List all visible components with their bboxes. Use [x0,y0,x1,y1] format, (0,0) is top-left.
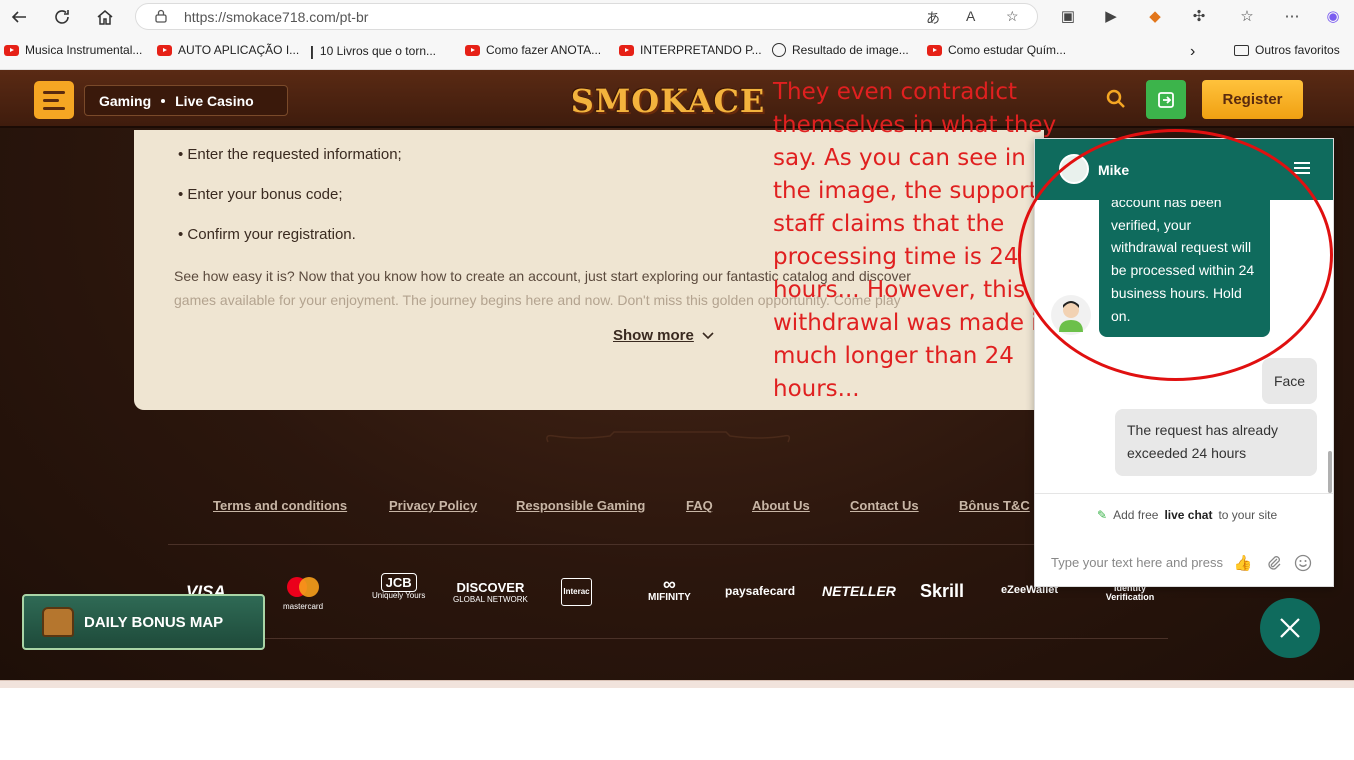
youtube-icon [465,44,480,56]
bookmark-item[interactable]: | 10 Livros que o torn... [310,43,436,59]
bookmark-item[interactable]: Resultado de image... [772,43,909,57]
bookmark-icon: | [310,43,314,59]
user-message: Face [1262,358,1317,404]
footer-divider [168,638,1168,639]
url-text[interactable]: https://smokace718.com/pt-br [184,9,368,25]
close-icon [1280,618,1300,638]
extension-icon[interactable]: ▣ [1058,6,1078,26]
more-menu-icon[interactable]: ⋯ [1282,6,1302,26]
mastercard-logo: mastercard [283,576,323,611]
site-logo[interactable]: SMOKACE [571,76,765,126]
category-nav: Gaming Live Casino [84,85,288,116]
footer-link-about[interactable]: About Us [752,498,810,513]
user-message: The request has already exceeded 24 hour… [1115,409,1317,476]
bookmark-item[interactable]: Como estudar Quím... [927,43,1066,57]
show-more-button[interactable]: Show more [613,327,714,344]
page-bottom-strip [0,680,1354,688]
nav-live-casino[interactable]: Live Casino [175,93,254,109]
back-icon[interactable] [6,4,32,30]
chat-input[interactable]: Type your text here and press [1051,555,1223,570]
lock-icon[interactable] [154,9,168,26]
footer-link-bonus-tc[interactable]: Bônus T&C [959,498,1030,513]
bullet-item: • Enter your bonus code; [178,186,343,203]
translate-icon[interactable]: あ [926,8,940,28]
hamburger-menu-button[interactable] [34,81,74,119]
paysafecard-logo: paysafecard [725,584,796,598]
footer-link-responsible-gaming[interactable]: Responsible Gaming [516,498,645,513]
home-icon[interactable] [92,4,118,30]
interac-logo: Interac [561,578,592,606]
chat-menu-icon[interactable] [1294,162,1310,174]
refresh-icon[interactable] [49,4,75,30]
attachment-icon[interactable] [1264,553,1284,573]
other-favorites[interactable]: Outros favoritos [1234,43,1340,57]
bookmark-item[interactable]: Como fazer ANOTA... [465,43,601,57]
youtube-icon [157,44,172,56]
discover-logo: DISCOVER GLOBAL NETWORK [453,580,528,604]
decorative-flourish [546,431,791,443]
treasure-chest-icon [42,607,74,637]
highlight-ellipse [1018,129,1333,381]
browser-toolbar: https://smokace718.com/pt-br あ A ☆ ▣ ▶ ◆… [0,0,1354,33]
bookmark-item[interactable]: AUTO APLICAÇÃO I... [157,43,299,57]
youtube-icon [619,44,634,56]
nav-gaming[interactable]: Gaming [99,93,151,109]
register-button[interactable]: Register [1202,80,1303,119]
footer-link-contact[interactable]: Contact Us [850,498,919,513]
chevron-down-icon [702,331,714,339]
jcb-logo: JCB Uniquely Yours [372,573,426,600]
emoji-icon[interactable] [1293,553,1313,573]
bookmark-item[interactable]: Musica Instrumental... [4,43,142,57]
globe-icon [772,43,786,57]
thumbs-up-icon[interactable]: 👍 [1233,553,1253,573]
skrill-logo: Skrill [920,581,965,601]
login-button[interactable] [1146,80,1186,119]
bullet-item: • Confirm your registration. [178,226,356,243]
neteller-logo: NETELLER [822,583,896,599]
bookmarks-bar: Musica Instrumental... AUTO APLICAÇÃO I.… [0,33,1354,70]
address-bar[interactable]: https://smokace718.com/pt-br あ A ☆ [135,3,1038,30]
metamask-icon[interactable]: ◆ [1145,6,1165,26]
favorites-icon[interactable]: ☆ [1237,6,1257,26]
footer-divider [168,544,1168,545]
footer-link-faq[interactable]: FAQ [686,498,713,513]
youtube-icon [927,44,942,56]
footer-link-terms[interactable]: Terms and conditions [213,498,347,513]
copilot-icon[interactable]: ◉ [1323,6,1343,26]
bookmark-item[interactable]: INTERPRETANDO P... [619,43,762,57]
bullet-item: • Enter the requested information; [178,146,402,163]
footer-link-privacy[interactable]: Privacy Policy [389,498,477,513]
extensions-puzzle-icon[interactable]: ✣ [1189,6,1209,26]
chat-scrollbar[interactable] [1328,451,1332,493]
media-icon[interactable]: ▶ [1101,6,1121,26]
powered-by-link[interactable]: ✎ Add free live chat to your site [1097,508,1277,522]
site-header: Gaming Live Casino SMOKACE Register [0,70,1354,128]
favorite-star-icon[interactable]: ☆ [1006,8,1019,25]
youtube-icon [4,44,19,56]
daily-bonus-map-button[interactable]: DAILY BONUS MAP [22,594,265,650]
search-icon[interactable] [1106,89,1126,109]
mifinity-logo: ∞ MIFINITY [648,574,691,603]
chevron-right-icon[interactable]: › [1190,43,1195,61]
separator-dot [161,98,166,103]
read-aloud-icon[interactable]: A [966,8,975,24]
close-chat-button[interactable] [1260,598,1320,658]
chat-logo-icon: ✎ [1097,508,1108,522]
chat-divider [1035,493,1333,494]
folder-icon [1234,44,1249,56]
